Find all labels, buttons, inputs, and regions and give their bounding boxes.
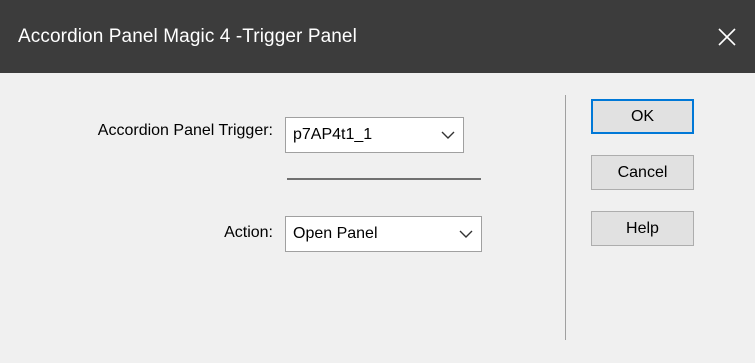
- separator-line: [287, 178, 481, 180]
- cancel-button[interactable]: Cancel: [591, 155, 694, 190]
- action-label: Action:: [224, 224, 273, 241]
- ok-button[interactable]: OK: [591, 99, 694, 134]
- chevron-down-icon: [451, 217, 481, 251]
- dialog-window: Accordion Panel Magic 4 -Trigger Panel A…: [0, 0, 755, 363]
- window-title: Accordion Panel Magic 4 -Trigger Panel: [18, 26, 357, 47]
- trigger-select[interactable]: p7AP4t1_1: [285, 117, 464, 153]
- close-icon: [718, 27, 736, 46]
- action-select[interactable]: Open Panel: [285, 216, 482, 252]
- trigger-label: Accordion Panel Trigger:: [97, 122, 273, 139]
- action-select-value: Open Panel: [293, 225, 378, 242]
- vertical-divider: [565, 95, 566, 340]
- help-button[interactable]: Help: [591, 211, 694, 246]
- title-bar: Accordion Panel Magic 4 -Trigger Panel: [0, 0, 755, 73]
- trigger-select-value: p7AP4t1_1: [293, 126, 373, 143]
- chevron-down-icon: [433, 118, 463, 152]
- close-button[interactable]: [699, 0, 755, 73]
